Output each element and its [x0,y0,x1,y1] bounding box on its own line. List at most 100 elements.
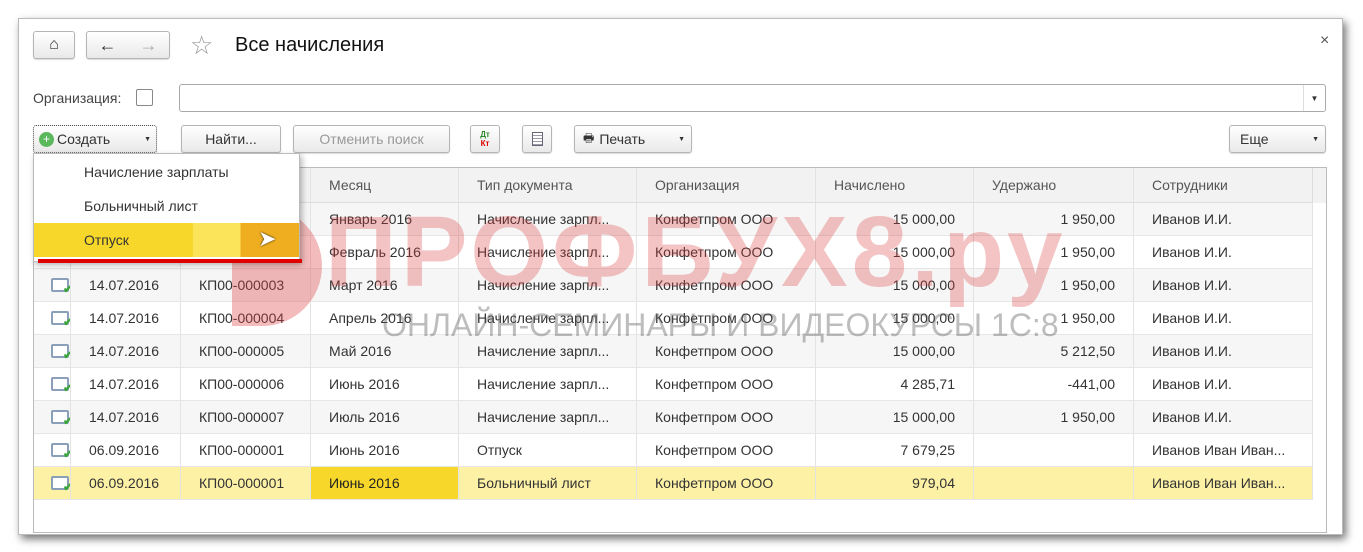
mouse-cursor-icon: ➤ [258,226,277,251]
cell-with: 1 950,00 [974,203,1134,235]
print-button[interactable]: 🖶 Печать ▼ [574,125,692,153]
cell-with: 1 950,00 [974,269,1134,301]
cell-num: КП00-000003 [181,269,311,301]
cell-org: Конфетпром ООО [637,203,816,235]
cell-type: Начисление зарпл... [459,302,637,334]
cell-emp: Иванов И.И. [1134,401,1313,433]
cell-emp: Иванов И.И. [1134,368,1313,400]
scrollbar[interactable] [1312,168,1326,203]
cell-date: 06.09.2016 [71,467,181,499]
organization-label: Организация: [33,90,122,106]
table-row[interactable]: 14.07.2016КП00-000005Май 2016Начисление … [34,335,1313,368]
more-button[interactable]: Еще ▼ [1229,125,1326,153]
cell-with [974,434,1134,466]
cell-date: 14.07.2016 [71,302,181,334]
table-row[interactable]: 06.09.2016КП00-000001Июнь 2016ОтпускКонф… [34,434,1313,467]
cell-emp: Иванов Иван Иван... [1134,467,1313,499]
posted-document-icon [51,278,70,296]
favorite-star-icon[interactable]: ☆ [190,30,213,61]
find-button[interactable]: Найти... [181,125,281,153]
cell-month: Апрель 2016 [311,302,459,334]
column-month[interactable]: Месяц [311,168,459,202]
back-icon[interactable]: ← [99,35,117,56]
cell-emp: Иванов Иван Иван... [1134,434,1313,466]
cell-num: КП00-000006 [181,368,311,400]
table-row[interactable]: 14.07.2016КП00-000003Март 2016Начисление… [34,269,1313,302]
plus-icon: + [39,131,54,147]
organization-checkbox[interactable] [136,89,153,106]
cell-org: Конфетпром ООО [637,467,816,499]
create-dropdown-menu: Начисление зарплаты Больничный лист Отпу… [33,153,300,262]
printer-icon: 🖶 [583,130,595,145]
menu-item-sick-leave[interactable]: Больничный лист [34,189,299,223]
cell-month: Июнь 2016 [311,434,459,466]
menu-item-salary[interactable]: Начисление зарплаты [34,155,299,189]
cell-type: Начисление зарпл... [459,335,637,367]
cell-with: 1 950,00 [974,401,1134,433]
home-icon: ⌂ [49,36,59,53]
cell-type: Отпуск [459,434,637,466]
table-row[interactable]: 14.07.2016КП00-000004Апрель 2016Начислен… [34,302,1313,335]
cell-accr: 15 000,00 [816,236,974,268]
cell-month: Март 2016 [311,269,459,301]
cell-accr: 15 000,00 [816,335,974,367]
cell-accr: 15 000,00 [816,269,974,301]
cell-org: Конфетпром ООО [637,434,816,466]
cell-date: 14.07.2016 [71,401,181,433]
cell-with: 1 950,00 [974,302,1134,334]
cell-month: Июнь 2016 [311,467,459,499]
cell-num: КП00-000001 [181,467,311,499]
cell-month: Июнь 2016 [311,368,459,400]
create-button[interactable]: + Создать ▼ [33,125,157,153]
cell-date: 14.07.2016 [71,368,181,400]
nav-buttons: ← → [86,31,170,59]
document-icon[interactable] [522,125,552,153]
page-title: Все начисления [235,34,385,56]
table-row[interactable]: 14.07.2016КП00-000007Июль 2016Начисление… [34,401,1313,434]
column-employees[interactable]: Сотрудники [1134,168,1313,202]
cell-emp: Иванов И.И. [1134,335,1313,367]
cell-type: Начисление зарпл... [459,203,637,235]
cell-emp: Иванов И.И. [1134,203,1313,235]
posted-document-icon [51,311,70,329]
cell-type: Начисление зарпл... [459,269,637,301]
table-row[interactable]: 14.07.2016КП00-000006Июнь 2016Начисление… [34,368,1313,401]
cell-num: КП00-000005 [181,335,311,367]
cell-org: Конфетпром ООО [637,401,816,433]
posted-document-icon [51,377,70,395]
cell-accr: 7 679,25 [816,434,974,466]
cell-emp: Иванов И.И. [1134,269,1313,301]
forward-icon[interactable]: → [140,35,158,56]
organization-field[interactable]: ▼ [179,84,1326,112]
table-row[interactable]: 06.09.2016КП00-000001Июнь 2016Больничный… [34,467,1313,500]
column-organization[interactable]: Организация [637,168,816,202]
cell-num: КП00-000007 [181,401,311,433]
dt-kt-button[interactable]: Дт Кт [470,125,500,153]
chevron-down-icon: ▼ [1312,135,1319,143]
cell-num: КП00-000001 [181,434,311,466]
cell-accr: 15 000,00 [816,401,974,433]
chevron-down-icon[interactable]: ▼ [1303,85,1325,111]
cell-with: 1 950,00 [974,236,1134,268]
column-accrued[interactable]: Начислено [816,168,974,202]
cell-month: Февраль 2016 [311,236,459,268]
close-icon[interactable]: × [1320,32,1329,50]
cell-date: 14.07.2016 [71,335,181,367]
cell-type: Начисление зарпл... [459,368,637,400]
home-button[interactable]: ⌂ [33,31,75,59]
column-doc-type[interactable]: Тип документа [459,168,637,202]
cell-month: Май 2016 [311,335,459,367]
cell-date: 14.07.2016 [71,269,181,301]
cell-month: Июль 2016 [311,401,459,433]
cell-with [974,467,1134,499]
cell-date: 06.09.2016 [71,434,181,466]
cell-accr: 15 000,00 [816,302,974,334]
column-withheld[interactable]: Удержано [974,168,1134,202]
cell-month: Январь 2016 [311,203,459,235]
cell-type: Начисление зарпл... [459,401,637,433]
cancel-search-button[interactable]: Отменить поиск [293,125,450,153]
cell-org: Конфетпром ООО [637,335,816,367]
cell-org: Конфетпром ООО [637,269,816,301]
cell-num: КП00-000004 [181,302,311,334]
cell-accr: 979,04 [816,467,974,499]
